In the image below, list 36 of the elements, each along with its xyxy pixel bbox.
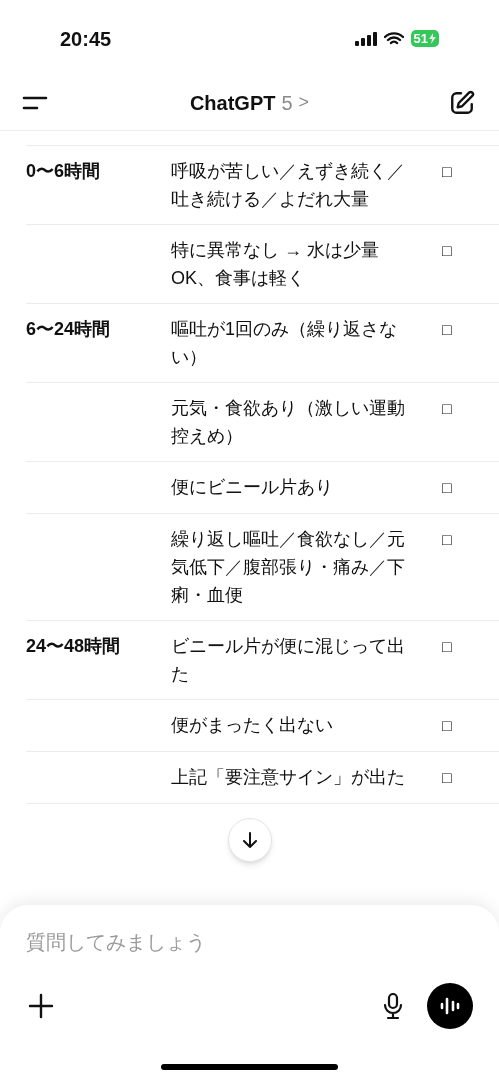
voice-mode-button[interactable] <box>427 983 473 1029</box>
table-cell: 便にビニール片あり <box>171 477 333 497</box>
checkbox-glyph: □ <box>442 400 452 417</box>
checkbox-glyph: □ <box>442 479 452 496</box>
time-cell: 0〜6時間 <box>26 161 101 181</box>
checkbox-glyph: □ <box>442 163 452 180</box>
scroll-down-button[interactable] <box>227 818 272 862</box>
table-cell: 便がまったく出ない <box>171 715 333 735</box>
time-cell: 6〜24時間 <box>26 319 111 339</box>
table-cell: 嘔吐が1回のみ（繰り返さない） <box>171 319 397 367</box>
model-selector[interactable]: ChatGPT 5 > <box>189 87 310 118</box>
checkbox-glyph: □ <box>442 769 452 786</box>
table-cell: 繰り返し嘔吐／食欲なし／元気低下／腹部張り・痛み／下痢・血便 <box>171 529 405 605</box>
bolt-icon <box>429 33 436 44</box>
table-cell: 上記「要注意サイン」が出た <box>171 767 405 787</box>
battery-indicator: 51 <box>410 30 439 47</box>
waveform-icon <box>439 996 461 1016</box>
table-cell: 特に異常なし → 水は少量 OK、食事は軽く <box>171 240 379 288</box>
checkbox-glyph: □ <box>442 638 452 655</box>
edit-icon <box>449 89 475 116</box>
microphone-icon <box>382 992 404 1020</box>
wifi-icon <box>383 31 404 46</box>
signal-icon <box>354 31 377 46</box>
message-input[interactable]: 質問してみましょう <box>26 927 473 957</box>
checkbox-glyph: □ <box>442 531 452 548</box>
checkbox-glyph: □ <box>442 242 452 259</box>
plus-icon <box>28 993 54 1019</box>
checkbox-glyph: □ <box>442 717 452 734</box>
table-cell: 呼吸が苦しい／えずき続く／吐き続ける／よだれ大量 <box>171 161 405 209</box>
checkbox-glyph: □ <box>442 321 452 338</box>
table-cell: ビニール片が便に混じって出た <box>171 636 405 684</box>
table-cell: 元気・食欲あり（激しい運動控えめ） <box>171 398 405 446</box>
time-cell: 24〜48時間 <box>26 636 121 656</box>
menu-icon <box>22 94 48 111</box>
status-time: 20:45 <box>60 26 112 52</box>
add-button[interactable] <box>26 991 56 1021</box>
